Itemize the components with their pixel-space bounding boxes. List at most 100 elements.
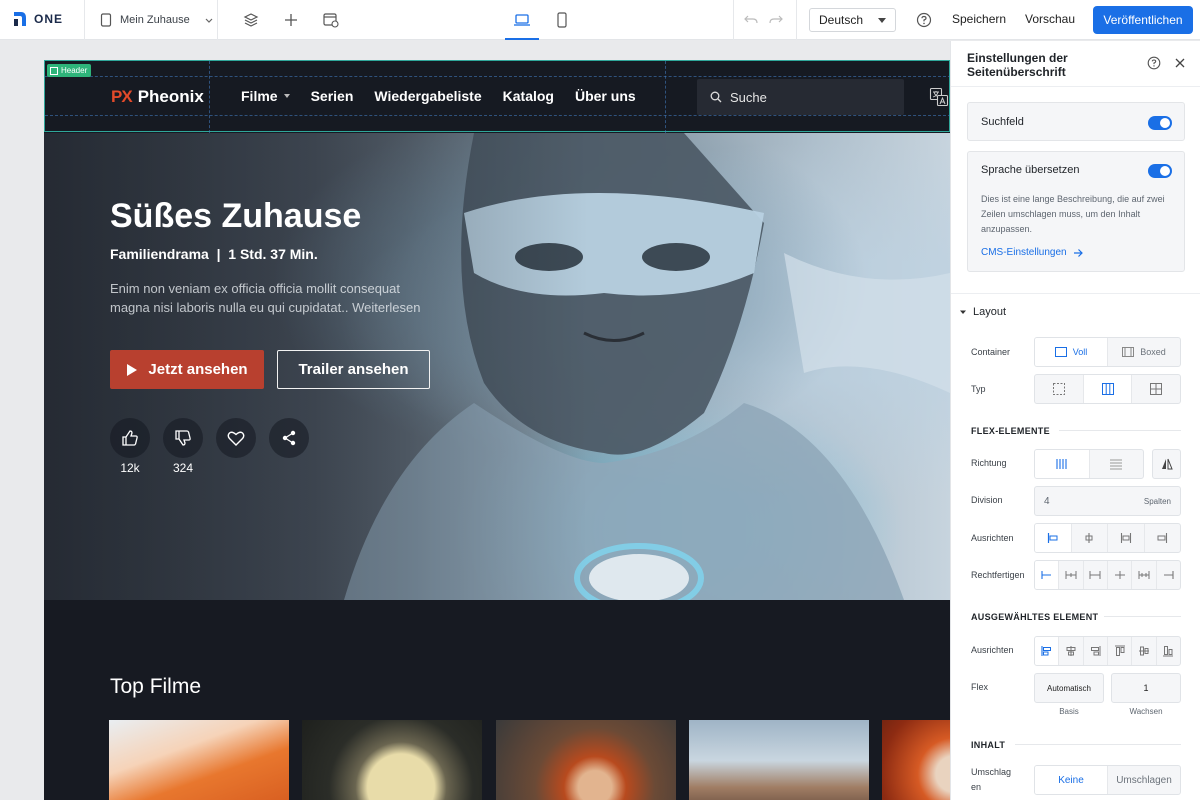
movie-poster[interactable] xyxy=(496,720,676,800)
wrap-option-wrap[interactable]: Umschlagen xyxy=(1108,766,1180,794)
desktop-view-button[interactable] xyxy=(512,10,532,30)
division-input[interactable]: 4 Spalten xyxy=(1034,486,1181,516)
type-option-none[interactable] xyxy=(1035,375,1084,403)
site-search-input[interactable] xyxy=(730,89,890,105)
nav-item-filme[interactable]: Filme xyxy=(241,88,290,104)
movie-poster[interactable] xyxy=(302,720,482,800)
rows-direction-icon xyxy=(1110,459,1123,470)
layers-button[interactable] xyxy=(241,10,261,30)
site-search[interactable] xyxy=(697,79,904,115)
site-brand[interactable]: PX Pheonix xyxy=(111,87,204,107)
justify-evenly-icon xyxy=(1138,571,1150,579)
align-end-icon xyxy=(1157,533,1168,543)
page-settings-button[interactable] xyxy=(321,10,341,30)
translate-toggle[interactable] xyxy=(1148,164,1172,178)
plus-icon xyxy=(285,14,297,26)
preview-button[interactable]: Vorschau xyxy=(1025,12,1075,26)
app-logo[interactable]: ONE xyxy=(12,10,63,28)
nav-item-wiedergabeliste[interactable]: Wiedergabeliste xyxy=(374,88,481,104)
publish-button[interactable]: Veröffentlichen xyxy=(1093,6,1193,34)
content-heading: INHALT xyxy=(971,740,1006,750)
self-align-middle[interactable] xyxy=(1132,637,1157,665)
favorite-button[interactable] xyxy=(216,418,256,458)
align-option-stretch[interactable] xyxy=(1108,524,1145,552)
watch-now-button[interactable]: Jetzt ansehen xyxy=(110,350,264,389)
watch-now-label: Jetzt ansehen xyxy=(148,361,248,378)
save-button[interactable]: Speichern xyxy=(952,12,1006,26)
share-button[interactable] xyxy=(269,418,309,458)
align-option-end[interactable] xyxy=(1145,524,1181,552)
self-align-bottom[interactable] xyxy=(1157,637,1180,665)
flex-basis-input[interactable]: Automatisch xyxy=(1034,673,1104,703)
flex-label: Flex xyxy=(971,682,989,692)
hero-title: Süßes Zuhause xyxy=(110,197,362,235)
selected-element-heading: AUSGEWÄHLTES ELEMENT xyxy=(971,612,1099,622)
panel-close-button[interactable] xyxy=(1172,55,1188,71)
division-unit: Spalten xyxy=(1143,496,1171,506)
mobile-view-button[interactable] xyxy=(552,10,572,30)
type-option-columns[interactable] xyxy=(1083,375,1133,403)
align-option-start[interactable] xyxy=(1035,524,1072,552)
logo-icon xyxy=(14,12,26,26)
direction-option-row[interactable] xyxy=(1035,450,1090,478)
division-label: Division xyxy=(971,495,1003,505)
top-movies-heading: Top Filme xyxy=(110,675,202,698)
align-stretch-icon xyxy=(1120,533,1131,543)
justify-start-icon xyxy=(1041,571,1051,579)
type-option-grid[interactable] xyxy=(1132,375,1180,403)
translate-icon[interactable] xyxy=(929,87,949,107)
nav-item-katalog[interactable]: Katalog xyxy=(503,88,554,104)
container-option-full[interactable]: Voll xyxy=(1035,338,1108,366)
justify-option-start[interactable] xyxy=(1035,561,1060,589)
thumbs-up-icon xyxy=(122,430,138,446)
add-button[interactable] xyxy=(281,10,301,30)
align-horizontal-center-icon xyxy=(1066,646,1076,656)
watch-trailer-button[interactable]: Trailer ansehen xyxy=(277,350,430,389)
language-select[interactable]: Deutsch xyxy=(809,8,896,32)
layout-section-toggle[interactable]: Layout xyxy=(959,306,1006,318)
help-button[interactable] xyxy=(914,10,934,30)
align-vertical-center-icon xyxy=(1138,646,1149,656)
justify-option-evenly[interactable] xyxy=(1132,561,1157,589)
self-align-right[interactable] xyxy=(1084,637,1108,665)
selected-align-label: Ausrichten xyxy=(971,645,1014,655)
header-tag-label: Header xyxy=(61,66,88,75)
nav-item-ueber-uns[interactable]: Über uns xyxy=(575,88,636,104)
undo-button[interactable] xyxy=(741,10,761,30)
direction-reverse-button[interactable] xyxy=(1153,450,1180,478)
search-toggle-label: Suchfeld xyxy=(981,116,1024,128)
align-segment xyxy=(1034,523,1181,553)
panel-help-button[interactable] xyxy=(1146,55,1162,71)
wrap-option-none[interactable]: Keine xyxy=(1035,766,1108,794)
page-selector[interactable]: Mein Zuhause xyxy=(100,10,214,30)
redo-button[interactable] xyxy=(766,10,786,30)
columns-direction-icon xyxy=(1056,459,1067,469)
heart-icon xyxy=(227,431,245,446)
justify-option-end[interactable] xyxy=(1157,561,1180,589)
flex-grow-input[interactable]: 1 xyxy=(1111,673,1181,703)
movie-poster[interactable] xyxy=(109,720,289,800)
justify-option-between[interactable] xyxy=(1084,561,1108,589)
cms-link-label: CMS-Einstellungen xyxy=(981,247,1067,258)
direction-option-column[interactable] xyxy=(1090,450,1144,478)
movie-poster[interactable] xyxy=(689,720,869,800)
container-option-boxed[interactable]: Boxed xyxy=(1108,338,1180,366)
wrap-segment: Keine Umschlagen xyxy=(1034,765,1181,795)
search-toggle[interactable] xyxy=(1148,116,1172,130)
page-name: Mein Zuhause xyxy=(120,14,190,26)
self-align-top[interactable] xyxy=(1108,637,1133,665)
container-label: Container xyxy=(971,347,1011,357)
justify-option-center[interactable] xyxy=(1059,561,1084,589)
site-header-block[interactable]: Header PX Pheonix Filme Serien Wiedergab… xyxy=(44,60,950,133)
toolbar-divider xyxy=(217,0,218,40)
nav-label: Filme xyxy=(241,88,278,104)
align-option-center[interactable] xyxy=(1072,524,1108,552)
justify-option-around[interactable] xyxy=(1108,561,1133,589)
self-align-center[interactable] xyxy=(1059,637,1084,665)
like-button[interactable] xyxy=(110,418,150,458)
cms-settings-link[interactable]: CMS-Einstellungen xyxy=(981,247,1083,258)
nav-item-serien[interactable]: Serien xyxy=(311,88,354,104)
self-align-left[interactable] xyxy=(1035,637,1060,665)
dislike-button[interactable] xyxy=(163,418,203,458)
movie-poster[interactable] xyxy=(882,720,950,800)
